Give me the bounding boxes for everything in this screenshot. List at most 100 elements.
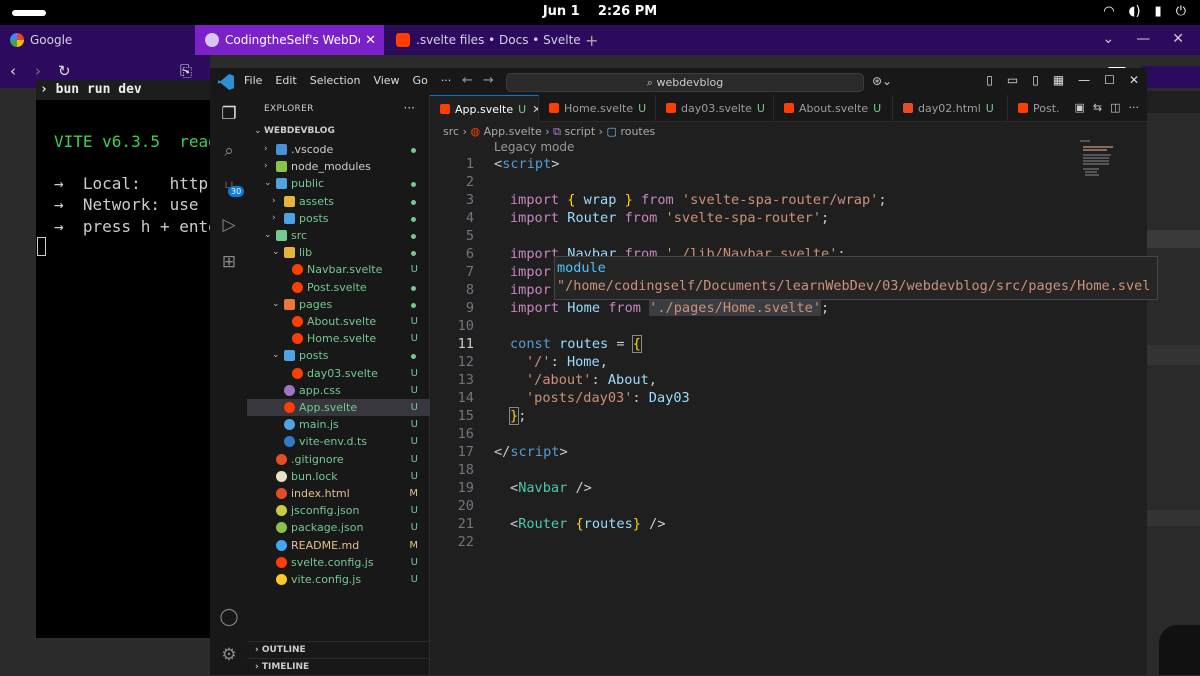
chevron-down-icon[interactable]: ⌄ (264, 227, 274, 244)
compare-icon[interactable]: ⇆ (1093, 101, 1102, 114)
outline-section[interactable]: › OUTLINE (247, 641, 430, 658)
chevron-right-icon[interactable]: › (264, 141, 274, 158)
chevron-right-icon[interactable]: › (272, 193, 282, 210)
back-icon[interactable]: ‹ (10, 62, 16, 80)
browser-tab-google[interactable]: Google (0, 25, 195, 55)
menu-more[interactable]: ··· (441, 74, 452, 87)
nav-forward-icon[interactable]: → (483, 73, 494, 88)
explorer-item[interactable]: › node_modules (247, 158, 430, 175)
explorer-item[interactable]: app.css U (247, 382, 430, 399)
explorer-item[interactable]: vite-env.d.ts U (247, 433, 430, 450)
close-window-icon[interactable]: ✕ (1172, 31, 1184, 47)
tab-list-icon[interactable]: ⌄ (1103, 31, 1115, 47)
close-icon[interactable]: ✕ (1129, 73, 1139, 87)
explorer-item[interactable]: › assets (247, 193, 430, 210)
forward-icon[interactable]: › (35, 62, 41, 80)
battery-icon[interactable]: ▮ (1155, 4, 1162, 19)
explorer-item[interactable]: svelte.config.js U (247, 554, 430, 571)
system-clock[interactable]: Jun 1 2:26 PM (0, 4, 1200, 19)
chevron-down-icon[interactable]: ⌄ (272, 296, 282, 313)
terminal-window[interactable]: › bun run dev VITE v6.3.5 read → Local: … (36, 80, 212, 638)
extensions-icon[interactable]: ⊞ (218, 252, 240, 274)
close-tab-icon[interactable]: ✕ (365, 33, 376, 48)
close-tab-icon[interactable]: ✕ (532, 103, 538, 116)
more-actions-icon[interactable]: ··· (404, 101, 415, 115)
explorer-item[interactable]: › posts (247, 210, 430, 227)
explorer-item[interactable]: index.html M (247, 485, 430, 502)
split-editor-icon[interactable]: ◫ (1110, 101, 1120, 114)
command-center-search[interactable]: ⌕ webdevblog (506, 73, 864, 92)
explorer-item[interactable]: › .vscode (247, 141, 430, 158)
chevron-right-icon[interactable]: › (264, 158, 274, 175)
editor-tab-about-svelte[interactable]: About.svelte U (774, 95, 893, 122)
explorer-item[interactable]: ⌄ src (247, 227, 430, 244)
folder-icon (276, 144, 287, 155)
browser-tab-webdevblog[interactable]: CodingtheSelf's WebDevBl ✕ (195, 25, 384, 55)
breadcrumb-src[interactable]: src (443, 125, 459, 138)
explorer-item[interactable]: Navbar.svelte U (247, 261, 430, 278)
menu-view[interactable]: View (373, 74, 399, 87)
layout-icon[interactable]: ▦ (1053, 73, 1064, 87)
menu-go[interactable]: Go (413, 74, 428, 87)
explorer-item[interactable]: Post.svelte (247, 279, 430, 296)
toggle-sidebar-icon[interactable]: ▯ (986, 73, 993, 87)
project-root[interactable]: ⌄ WEBDEVBLOG (247, 123, 430, 140)
editor-tab-post-svelte[interactable]: Post. (1008, 95, 1068, 122)
chevron-down-icon[interactable]: ⌄ (272, 347, 282, 364)
minimize-icon[interactable]: — (1078, 73, 1090, 87)
explorer-item[interactable]: ⌄ pages (247, 296, 430, 313)
explorer-item[interactable]: ⌄ posts (247, 347, 430, 364)
breadcrumb-file[interactable]: App.svelte (484, 125, 542, 138)
explorer-item[interactable]: vite.config.js U (247, 571, 430, 588)
editor-tab-day03-svelte[interactable]: day03.svelte U (656, 95, 774, 122)
nav-back-icon[interactable]: ← (462, 73, 473, 88)
explorer-item[interactable]: package.json U (247, 519, 430, 536)
bookmark-icon[interactable]: ⎘ (180, 62, 192, 80)
explorer-item[interactable]: ⌄ lib (247, 244, 430, 261)
menu-file[interactable]: File (244, 74, 262, 87)
git-status-badge: U (410, 316, 418, 327)
volume-icon[interactable]: ◖) (1129, 4, 1141, 19)
open-preview-icon[interactable]: ▣ (1074, 101, 1084, 114)
toggle-secondary-icon[interactable]: ▯ (1032, 73, 1039, 87)
wifi-icon[interactable]: ◠ (1103, 4, 1114, 19)
explorer-item[interactable]: .gitignore U (247, 451, 430, 468)
editor-tab-home-svelte[interactable]: Home.svelte U (539, 95, 656, 122)
explorer-item[interactable]: README.md M (247, 537, 430, 554)
explorer-item[interactable]: About.svelte U (247, 313, 430, 330)
menu-selection[interactable]: Selection (310, 74, 361, 87)
search-icon[interactable]: ⌕ (218, 141, 240, 163)
editor-tab-day02-html[interactable]: day02.html U (893, 95, 1008, 122)
manage-gear-icon[interactable]: ⚙ (218, 645, 240, 667)
explorer-item[interactable]: ⌄ public (247, 175, 430, 192)
code-editor[interactable]: Legacy mode 1 2 3 4 5 6 7 8 9 10 11 12 13 14 15 16 17 18 1… (430, 140, 1130, 560)
menu-edit[interactable]: Edit (275, 74, 296, 87)
minimize-icon[interactable]: — (1136, 31, 1150, 47)
chevron-down-icon[interactable]: ⌄ (272, 244, 282, 261)
reload-icon[interactable]: ↻ (58, 62, 71, 80)
explorer-icon[interactable]: ❐ (218, 104, 240, 126)
maximize-icon[interactable]: ☐ (1104, 73, 1115, 87)
breadcrumb-routes[interactable]: routes (620, 125, 655, 138)
explorer-item[interactable]: App.svelte U (247, 399, 430, 416)
toggle-panel-icon[interactable]: ▭ (1007, 73, 1018, 87)
account-icon[interactable]: ◯ (218, 607, 240, 629)
explorer-item[interactable]: day03.svelte U (247, 365, 430, 382)
explorer-item[interactable]: jsconfig.json U (247, 502, 430, 519)
timeline-section[interactable]: › TIMELINE (247, 658, 430, 675)
editor-tab-app-svelte[interactable]: App.svelteU✕ (430, 95, 539, 122)
explorer-item[interactable]: main.js U (247, 416, 430, 433)
explorer-item[interactable]: Home.svelte U (247, 330, 430, 347)
chevron-down-icon[interactable]: ⌄ (264, 175, 274, 192)
copilot-icon[interactable]: ⊛⌄ (872, 74, 892, 88)
new-tab-icon[interactable]: + (585, 31, 598, 50)
browser-tab-svelte-docs[interactable]: .svelte files • Docs • Svelte (386, 25, 581, 55)
chevron-right-icon[interactable]: › (272, 210, 282, 227)
power-icon[interactable]: ⏻ (1176, 4, 1186, 19)
legacy-mode-codelens[interactable]: Legacy mode (494, 140, 574, 154)
more-actions-icon[interactable]: ··· (1129, 101, 1140, 114)
explorer-item[interactable]: bun.lock U (247, 468, 430, 485)
file-icon (276, 470, 287, 482)
run-debug-icon[interactable]: ▷ (218, 215, 240, 237)
breadcrumb-script[interactable]: script (564, 125, 595, 138)
